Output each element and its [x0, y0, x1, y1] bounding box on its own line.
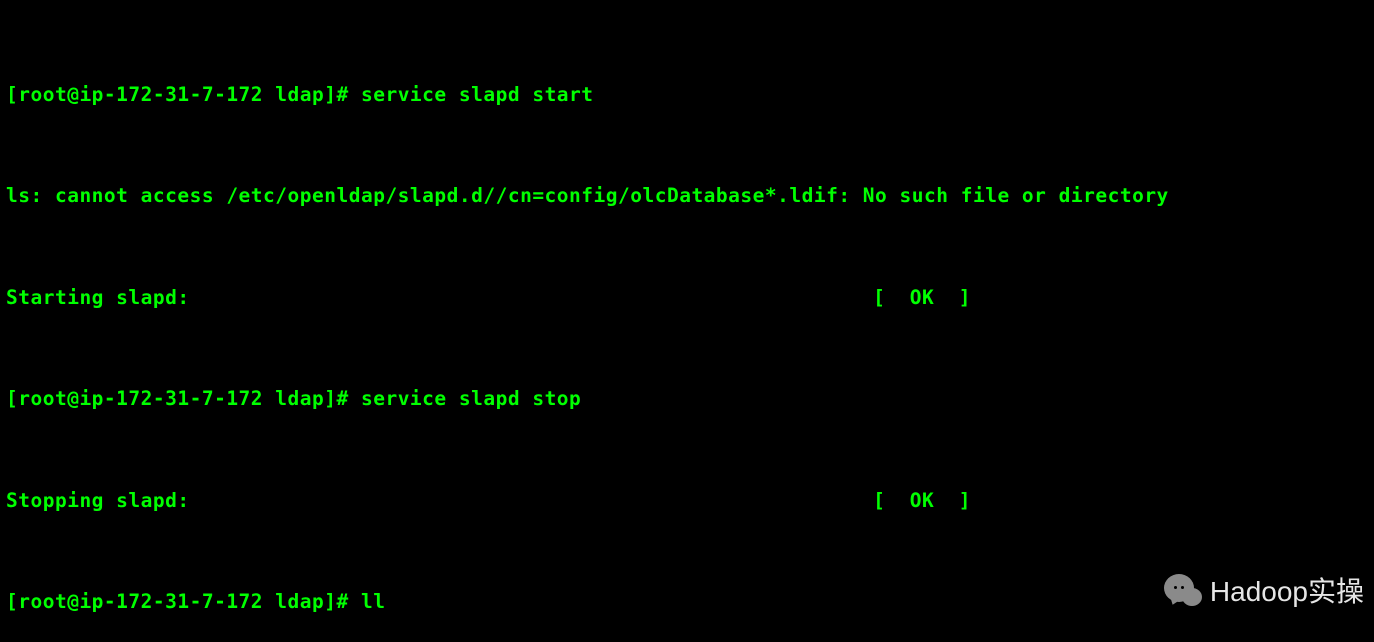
error-line: ls: cannot access /etc/openldap/slapd.d/…: [6, 183, 1370, 208]
starting-label: Starting slapd:: [6, 285, 190, 310]
ok-status: [ OK ]: [873, 488, 971, 513]
command-ll: ll: [361, 590, 385, 613]
wechat-icon: [1162, 574, 1202, 610]
stopping-slapd-line: Stopping slapd: [ OK ]: [6, 488, 971, 513]
prompt-line-start: [root@ip-172-31-7-172 ldap]# service sla…: [6, 82, 1370, 107]
watermark: Hadoop实操: [1162, 574, 1364, 610]
command-stop: service slapd stop: [361, 387, 581, 410]
prompt-line-stop: [root@ip-172-31-7-172 ldap]# service sla…: [6, 386, 1370, 411]
shell-prompt: [root@ip-172-31-7-172 ldap]#: [6, 590, 361, 613]
shell-prompt: [root@ip-172-31-7-172 ldap]#: [6, 387, 361, 410]
terminal-output[interactable]: [root@ip-172-31-7-172 ldap]# service sla…: [0, 0, 1374, 642]
stopping-label: Stopping slapd:: [6, 488, 190, 513]
ok-status: [ OK ]: [873, 285, 971, 310]
shell-prompt: [root@ip-172-31-7-172 ldap]#: [6, 83, 361, 106]
command-start: service slapd start: [361, 83, 594, 106]
watermark-text: Hadoop实操: [1210, 574, 1364, 610]
starting-slapd-line: Starting slapd: [ OK ]: [6, 285, 971, 310]
